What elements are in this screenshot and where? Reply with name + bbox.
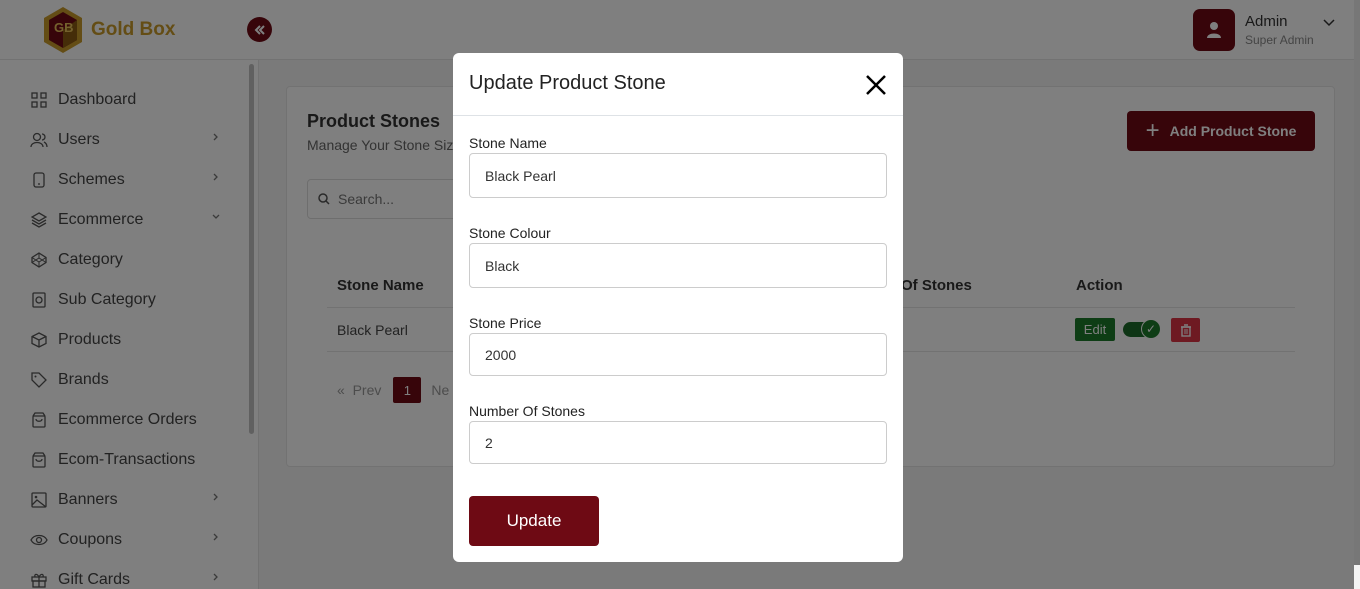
stone-name-input[interactable] xyxy=(469,153,887,198)
close-icon[interactable] xyxy=(865,74,887,96)
modal-title: Update Product Stone xyxy=(469,72,666,94)
update-button[interactable]: Update xyxy=(469,496,599,546)
stone-price-input[interactable] xyxy=(469,333,887,376)
number-of-stones-label: Number Of Stones xyxy=(469,403,585,419)
window-scrollbar[interactable] xyxy=(1354,0,1360,565)
update-product-stone-modal: Update Product Stone Stone Name Stone Co… xyxy=(453,53,903,562)
stone-price-label: Stone Price xyxy=(469,315,542,331)
stone-colour-label: Stone Colour xyxy=(469,225,551,241)
number-of-stones-input[interactable] xyxy=(469,421,887,464)
modal-header: Update Product Stone xyxy=(453,53,903,116)
stone-name-label: Stone Name xyxy=(469,135,547,151)
stone-colour-input[interactable] xyxy=(469,243,887,288)
